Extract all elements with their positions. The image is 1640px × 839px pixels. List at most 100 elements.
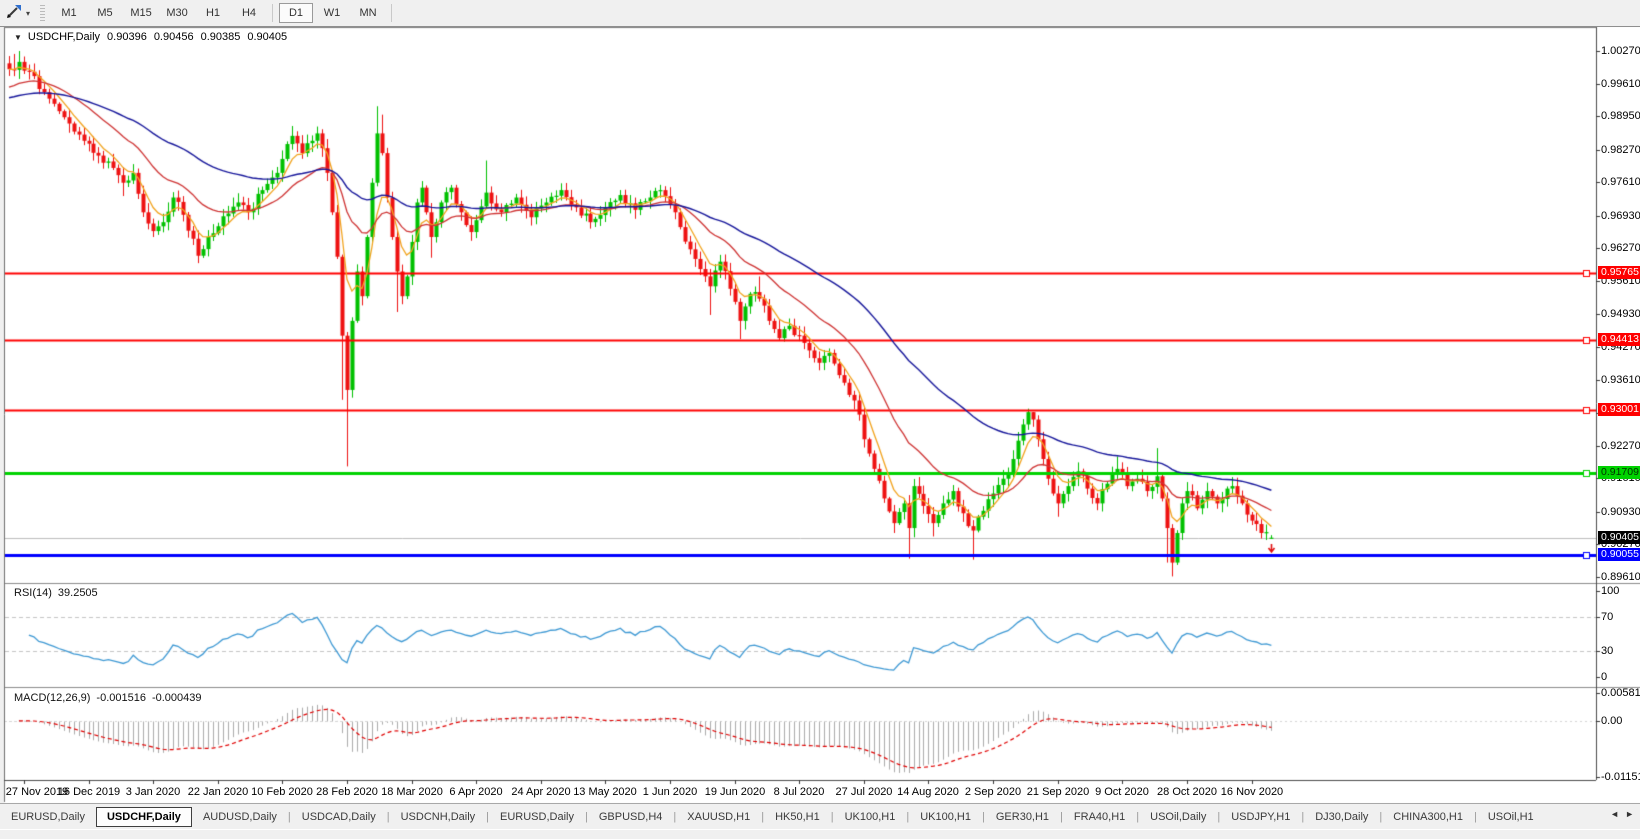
price-tick-label: 0.93610 xyxy=(1601,374,1640,386)
date-tick-label: 28 Oct 2020 xyxy=(1152,786,1222,798)
rsi-value: 39.2505 xyxy=(58,587,98,599)
date-tick-label: 22 Jan 2020 xyxy=(183,786,253,798)
rsi-indicator-label: RSI(14) 39.2505 xyxy=(14,587,98,599)
date-tick-label: 10 Feb 2020 xyxy=(247,786,317,798)
price-tick-label: 1.00270 xyxy=(1601,45,1640,57)
price-tick-label: 0.94930 xyxy=(1601,308,1640,320)
chart-tab-usdcnh-daily[interactable]: USDCNH,Daily xyxy=(390,808,487,826)
current-price-badge: 0.90405 xyxy=(1598,531,1640,544)
price-tick-label: 0.90930 xyxy=(1601,506,1640,518)
collapse-chart-icon[interactable]: ▼ xyxy=(14,33,22,42)
date-tick-label: 27 Jul 2020 xyxy=(829,786,899,798)
chart-tab-usoil-daily[interactable]: USOil,Daily xyxy=(1139,808,1217,826)
price-tick-label: 0.98950 xyxy=(1601,110,1640,122)
macd-tick-label: -0.011514 xyxy=(1601,771,1640,783)
chevron-down-icon[interactable]: ▾ xyxy=(26,9,30,18)
cursor-tool-button[interactable]: ▾ xyxy=(4,2,32,24)
timeframe-button-m5[interactable]: M5 xyxy=(88,3,122,23)
price-tick-label: 0.97610 xyxy=(1601,176,1640,188)
macd-name: MACD(12,26,9) xyxy=(14,692,90,704)
chart-tab-usoil-h1[interactable]: USOil,H1 xyxy=(1477,808,1545,826)
chart-tab-gbpusd-h4[interactable]: GBPUSD,H4 xyxy=(588,808,674,826)
chart-canvas[interactable] xyxy=(0,0,1640,839)
chart-tab-eurusd-daily[interactable]: EURUSD,Daily xyxy=(0,808,96,826)
chart-tab-xauusd-h1[interactable]: XAUUSD,H1 xyxy=(676,808,761,826)
timeframe-button-m15[interactable]: M15 xyxy=(124,3,158,23)
date-tick-label: 16 Dec 2019 xyxy=(54,786,124,798)
hline-price-badge: 0.91709 xyxy=(1598,466,1640,479)
date-tick-label: 28 Feb 2020 xyxy=(312,786,382,798)
status-bar xyxy=(0,829,1640,839)
timeframe-button-w1[interactable]: W1 xyxy=(315,3,349,23)
macd-main-value: -0.001516 xyxy=(96,692,146,704)
chart-tab-usdcad-daily[interactable]: USDCAD,Daily xyxy=(291,808,387,826)
close-value: 0.90405 xyxy=(247,31,287,43)
date-tick-label: 2 Sep 2020 xyxy=(958,786,1028,798)
hline-price-badge: 0.95765 xyxy=(1598,266,1640,279)
chart-tab-fra40-h1[interactable]: FRA40,H1 xyxy=(1063,808,1136,826)
chart-tab-audusd-daily[interactable]: AUDUSD,Daily xyxy=(192,808,288,826)
date-tick-label: 1 Jun 2020 xyxy=(635,786,705,798)
hline-price-badge: 0.94413 xyxy=(1598,333,1640,346)
price-tick-label: 0.92270 xyxy=(1601,440,1640,452)
date-tick-label: 24 Apr 2020 xyxy=(506,786,576,798)
date-tick-label: 9 Oct 2020 xyxy=(1087,786,1157,798)
date-tick-label: 18 Mar 2020 xyxy=(377,786,447,798)
chart-tab-hk50-h1[interactable]: HK50,H1 xyxy=(764,808,831,826)
timeframe-button-h1[interactable]: H1 xyxy=(196,3,230,23)
date-tick-label: 13 May 2020 xyxy=(570,786,640,798)
high-value: 0.90456 xyxy=(154,31,194,43)
toolbar-separator xyxy=(272,4,273,22)
hline-price-badge: 0.90055 xyxy=(1598,548,1640,561)
rsi-tick-label: 30 xyxy=(1601,645,1613,657)
timeframe-button-mn[interactable]: MN xyxy=(351,3,385,23)
chart-tab-uk100-h1[interactable]: UK100,H1 xyxy=(909,808,982,826)
toolbar-separator xyxy=(391,4,392,22)
mt4-terminal: ▾ M1M5M15M30H1H4 D1W1MN ▼ USDCHF,Daily 0.90… xyxy=(0,0,1640,839)
price-tick-label: 0.98270 xyxy=(1601,144,1640,156)
date-tick-label: 3 Jan 2020 xyxy=(118,786,188,798)
hline-price-badge: 0.93001 xyxy=(1598,403,1640,416)
price-tick-label: 0.96270 xyxy=(1601,242,1640,254)
symbol-period-label: USDCHF,Daily xyxy=(28,31,100,43)
timeframe-button-d1[interactable]: D1 xyxy=(279,3,313,23)
timeframe-buttons: M1M5M15M30H1H4 D1W1MN xyxy=(51,3,397,23)
price-tick-label: 0.99610 xyxy=(1601,78,1640,90)
rsi-tick-label: 0 xyxy=(1601,671,1607,683)
chart-tab-china300-h1[interactable]: CHINA300,H1 xyxy=(1382,808,1474,826)
chart-tab-bar: EURUSD,DailyUSDCHF,DailyAUDUSD,Daily|USD… xyxy=(0,803,1640,830)
date-tick-label: 19 Jun 2020 xyxy=(700,786,770,798)
chart-title: ▼ USDCHF,Daily 0.90396 0.90456 0.90385 0.9040… xyxy=(14,31,287,43)
tab-scroll-right-icon[interactable]: ► xyxy=(1625,809,1634,819)
macd-tick-label: 0.00 xyxy=(1601,715,1622,727)
timeframe-button-m1[interactable]: M1 xyxy=(52,3,86,23)
date-tick-label: 14 Aug 2020 xyxy=(893,786,963,798)
timeframe-toolbar: ▾ M1M5M15M30H1H4 D1W1MN xyxy=(0,0,1640,27)
date-tick-label: 21 Sep 2020 xyxy=(1023,786,1093,798)
chart-tab-ger30-h1[interactable]: GER30,H1 xyxy=(985,808,1060,826)
price-tick-label: 0.96930 xyxy=(1601,210,1640,222)
date-tick-label: 8 Jul 2020 xyxy=(764,786,834,798)
chart-tab-dj30-daily[interactable]: DJ30,Daily xyxy=(1304,808,1379,826)
chart-tab-usdchf-daily[interactable]: USDCHF,Daily xyxy=(96,807,192,827)
cursor-tool-icon xyxy=(6,4,23,22)
rsi-tick-label: 100 xyxy=(1601,585,1619,597)
date-tick-label: 16 Nov 2020 xyxy=(1217,786,1287,798)
timeframe-button-m30[interactable]: M30 xyxy=(160,3,194,23)
chart-tab-eurusd-daily[interactable]: EURUSD,Daily xyxy=(489,808,585,826)
tab-scroll-left-icon[interactable]: ◄ xyxy=(1610,809,1619,819)
macd-tick-label: 0.005818 xyxy=(1601,687,1640,699)
price-tick-label: 0.89610 xyxy=(1601,571,1640,583)
toolbar-grip[interactable] xyxy=(40,5,45,21)
chart-tab-uk100-h1[interactable]: UK100,H1 xyxy=(834,808,907,826)
chart-tab-usdjpy-h1[interactable]: USDJPY,H1 xyxy=(1220,808,1301,826)
low-value: 0.90385 xyxy=(201,31,241,43)
macd-signal-value: -0.000439 xyxy=(152,692,202,704)
open-value: 0.90396 xyxy=(107,31,147,43)
rsi-tick-label: 70 xyxy=(1601,611,1613,623)
macd-indicator-label: MACD(12,26,9) -0.001516 -0.000439 xyxy=(14,692,202,704)
timeframe-button-h4[interactable]: H4 xyxy=(232,3,266,23)
tab-scroll-buttons: ◄ ► xyxy=(1606,807,1638,821)
date-tick-label: 6 Apr 2020 xyxy=(441,786,511,798)
rsi-name: RSI(14) xyxy=(14,587,52,599)
